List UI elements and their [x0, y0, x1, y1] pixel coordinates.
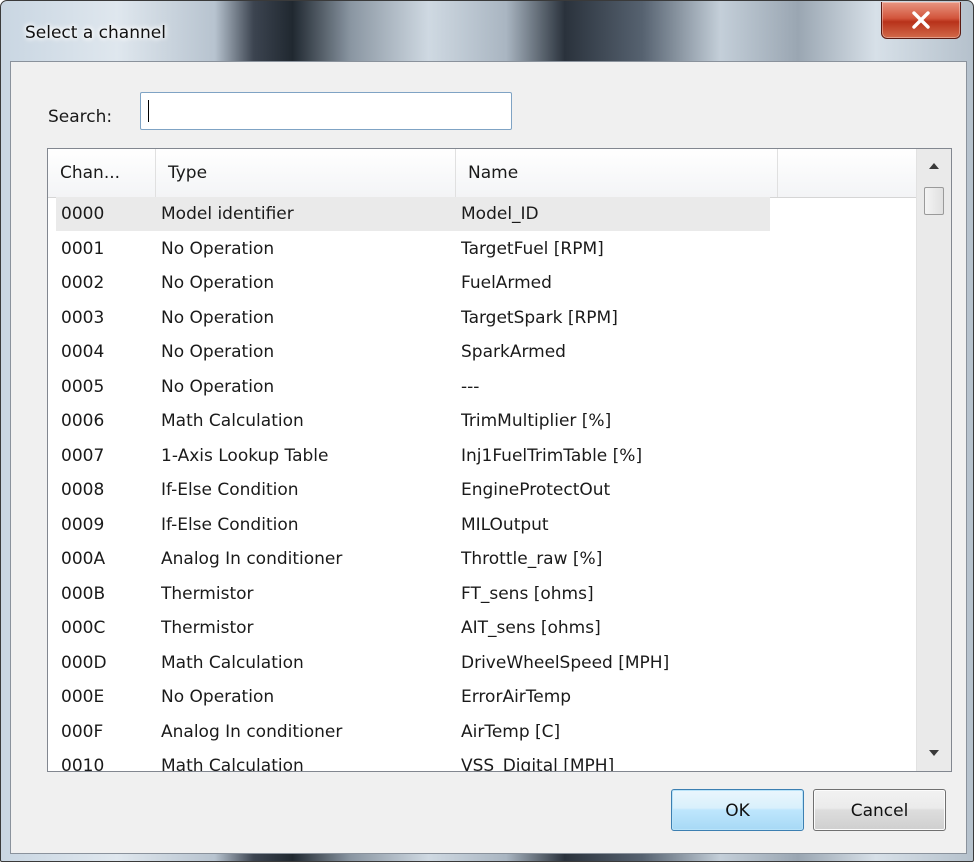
cell-name: TrimMultiplier [%]: [461, 411, 612, 431]
cell-type: No Operation: [161, 687, 275, 707]
cell-name: DriveWheelSpeed [MPH]: [461, 652, 670, 673]
scroll-up-button[interactable]: [917, 149, 951, 183]
cell-type: Model identifier: [161, 204, 294, 224]
close-button[interactable]: [881, 2, 961, 39]
cell-name: MILOutput: [461, 514, 549, 535]
vertical-scrollbar[interactable]: [916, 149, 951, 771]
cell-type: If-Else Condition: [161, 480, 299, 500]
cell-name: VSS_Digital [MPH]: [461, 756, 615, 772]
cell-name: SparkArmed: [461, 342, 566, 362]
cell-channel: 0003: [61, 307, 105, 328]
cell-name: ErrorAirTemp: [461, 687, 572, 707]
table-row[interactable]: 0009 If-Else Condition MILOutput: [48, 508, 916, 542]
cell-channel: 0000: [61, 204, 105, 224]
table-row[interactable]: 0003 No Operation TargetSpark [RPM]: [48, 301, 916, 335]
table-row[interactable]: 000D Math Calculation DriveWheelSpeed [MPH…: [48, 646, 916, 680]
table-row[interactable]: 000F Analog In conditioner AirTemp [C]: [48, 715, 916, 749]
cell-channel: 0002: [61, 273, 105, 293]
cell-channel: 0008: [61, 480, 105, 500]
table-row[interactable]: 000B Thermistor FT_sens [ohms]: [48, 577, 916, 611]
table-row[interactable]: 0008 If-Else Condition EngineProtectOut: [48, 473, 916, 507]
cell-channel: 000F: [61, 721, 104, 742]
cell-name: ---: [461, 376, 480, 397]
cell-channel: 0009: [61, 514, 105, 535]
table-row[interactable]: 0001 No Operation TargetFuel [RPM]: [48, 232, 916, 266]
cancel-button[interactable]: Cancel: [813, 789, 946, 831]
cell-type: No Operation: [161, 273, 275, 293]
table-row[interactable]: 0007 1-Axis Lookup Table Inj1FuelTrimTable…: [48, 439, 916, 473]
cell-type: Math Calculation: [161, 756, 304, 772]
cell-name: TargetFuel [RPM]: [461, 238, 604, 259]
cell-type: Thermistor: [161, 618, 254, 638]
column-header-type[interactable]: Type: [156, 149, 456, 197]
table-row[interactable]: 0006 Math Calculation TrimMultiplier [%]: [48, 404, 916, 438]
cell-channel: 000B: [61, 583, 106, 604]
scroll-down-arrow-icon: [929, 750, 939, 756]
cell-type: No Operation: [161, 342, 275, 362]
cell-name: AirTemp [C]: [461, 721, 561, 742]
table-row[interactable]: 0004 No Operation SparkArmed: [48, 335, 916, 369]
cell-name: Model_ID: [461, 204, 539, 224]
cell-type: Thermistor: [161, 583, 254, 604]
cell-type: No Operation: [161, 376, 275, 397]
table-row[interactable]: 0000 Model identifier Model_ID: [48, 197, 916, 231]
cell-channel: 000C: [61, 618, 106, 638]
cell-channel: 0001: [61, 238, 105, 259]
title-bar[interactable]: Select a channel: [1, 1, 973, 61]
cell-name: TargetSpark [RPM]: [461, 307, 618, 328]
cell-type: Math Calculation: [161, 652, 304, 673]
cell-channel: 0005: [61, 376, 105, 397]
cell-type: Analog In conditioner: [161, 549, 343, 569]
cell-type: No Operation: [161, 238, 275, 259]
cell-type: 1-Axis Lookup Table: [161, 445, 329, 466]
cell-channel: 0007: [61, 445, 105, 466]
column-header-channel[interactable]: Chan...: [48, 149, 156, 197]
ok-button[interactable]: OK: [671, 789, 804, 831]
close-icon: [912, 11, 930, 29]
scroll-up-arrow-icon: [929, 163, 939, 169]
dialog-client-area: Search: Chan... Type Name 0000 Model iden…: [10, 61, 967, 854]
cell-type: Math Calculation: [161, 411, 304, 431]
table-row[interactable]: 0010 Math Calculation VSS_Digital [MPH]: [48, 749, 916, 772]
cell-type: Analog In conditioner: [161, 721, 343, 742]
scroll-down-button[interactable]: [917, 737, 951, 771]
cell-channel: 000D: [61, 652, 107, 673]
cell-name: Throttle_raw [%]: [461, 549, 603, 569]
table-row[interactable]: 0002 No Operation FuelArmed: [48, 266, 916, 300]
cell-name: FT_sens [ohms]: [461, 583, 594, 604]
cell-name: FuelArmed: [461, 273, 552, 293]
text-caret: [148, 100, 149, 122]
column-header-name[interactable]: Name: [456, 149, 778, 197]
scroll-thumb[interactable]: [924, 187, 944, 215]
search-input[interactable]: [140, 92, 512, 130]
channel-list[interactable]: Chan... Type Name 0000 Model identifier Mo…: [47, 148, 952, 772]
cell-channel: 0004: [61, 342, 105, 362]
dialog-window: Select a channel Search: Chan... Type Na…: [0, 0, 974, 862]
cell-channel: 000A: [61, 549, 106, 569]
window-title: Select a channel: [25, 23, 166, 43]
cell-channel: 0010: [61, 756, 105, 772]
table-row[interactable]: 0005 No Operation ---: [48, 370, 916, 404]
table-row[interactable]: 000A Analog In conditioner Throttle_raw [%…: [48, 542, 916, 576]
cell-type: No Operation: [161, 307, 275, 328]
cell-channel: 000E: [61, 687, 105, 707]
list-header: Chan... Type Name: [48, 149, 916, 198]
cell-channel: 0006: [61, 411, 105, 431]
cell-name: EngineProtectOut: [461, 480, 611, 500]
cell-type: If-Else Condition: [161, 514, 299, 535]
cell-name: Inj1FuelTrimTable [%]: [461, 445, 643, 466]
cell-name: AIT_sens [ohms]: [461, 618, 601, 638]
table-row[interactable]: 000C Thermistor AIT_sens [ohms]: [48, 611, 916, 645]
search-label: Search:: [48, 107, 113, 127]
table-row[interactable]: 000E No Operation ErrorAirTemp: [48, 680, 916, 714]
